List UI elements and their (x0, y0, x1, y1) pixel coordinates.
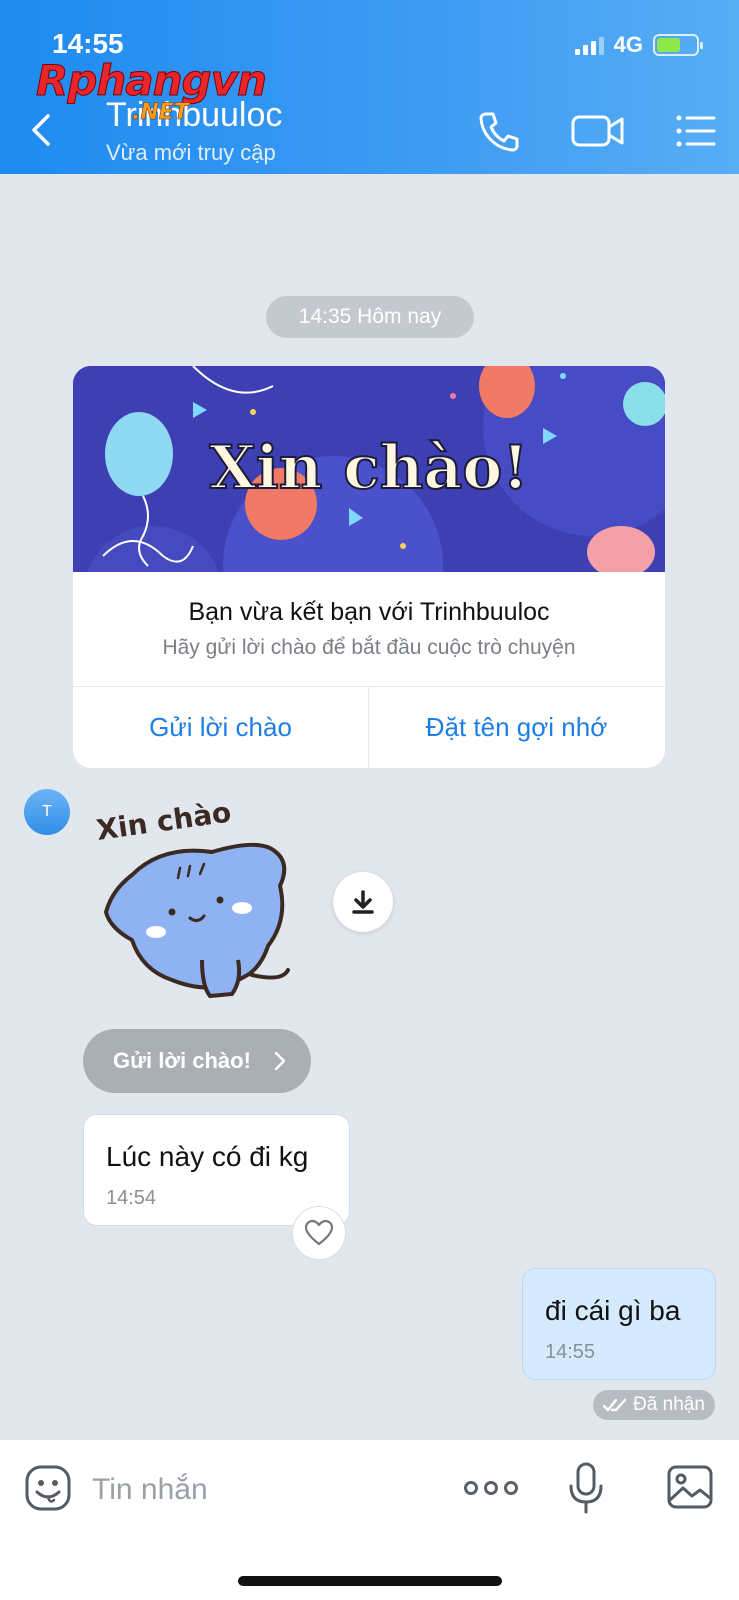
signal-icon (574, 35, 604, 55)
image-button[interactable] (666, 1464, 714, 1510)
menu-icon (676, 115, 716, 147)
message-text: đi cái gì ba (545, 1295, 681, 1326)
date-separator: 14:35 Hôm nay (266, 296, 474, 338)
sticker-image[interactable]: Xin chào (92, 795, 312, 1010)
double-check-icon (603, 1398, 627, 1412)
input-bar (0, 1440, 739, 1600)
image-icon (667, 1465, 713, 1509)
delivery-status: Đã nhận (593, 1390, 715, 1420)
message-bubble-outgoing[interactable]: đi cái gì ba 14:55 (522, 1268, 716, 1380)
menu-button[interactable] (674, 108, 720, 154)
send-greeting-button[interactable]: Gửi lời chào (73, 686, 368, 768)
sticker-button[interactable] (24, 1464, 72, 1512)
set-nickname-button[interactable]: Đặt tên gợi nhớ (369, 686, 664, 768)
message-text: Lúc này có đi kg (106, 1141, 309, 1172)
more-options-button[interactable] (464, 1476, 518, 1500)
dot-icon (504, 1481, 518, 1495)
message-time: 14:54 (106, 1187, 157, 1209)
home-indicator[interactable] (238, 1576, 502, 1586)
heart-icon (304, 1219, 334, 1246)
watermark-logo: Rphangvn (36, 56, 268, 106)
emoji-icon (25, 1465, 71, 1511)
status-indicators: 4G (574, 32, 703, 58)
message-time: 14:55 (545, 1341, 596, 1363)
video-call-button[interactable] (570, 108, 626, 154)
voice-button[interactable] (566, 1460, 606, 1516)
greeting-pill-label: Gửi lời chào! (113, 1048, 251, 1073)
network-label: 4G (613, 32, 643, 57)
header: 14:55 4G Trinhbuuloc Vừa mới truy cập Rp… (0, 0, 739, 174)
contact-status: Vừa mới truy cập (106, 140, 276, 165)
banner-text: Xin chào! (209, 433, 528, 503)
send-greeting-pill[interactable]: Gửi lời chào! (83, 1029, 311, 1093)
greeting-title: Bạn vừa kết bạn với Trinhbuuloc (188, 598, 550, 626)
dot-icon (484, 1481, 498, 1495)
watermark-logo-sub: .NET (132, 100, 189, 126)
cat-sticker-icon: Xin chào (94, 795, 290, 999)
avatar[interactable]: T (24, 789, 70, 835)
message-input[interactable] (92, 1468, 432, 1512)
chevron-right-icon (274, 1051, 286, 1071)
phone-icon (479, 112, 519, 152)
greeting-card: Xin chào! Bạn vừa kết bạn với Trinhbuulo… (73, 366, 665, 768)
back-icon (32, 114, 50, 146)
react-button[interactable] (292, 1206, 346, 1260)
download-icon (352, 890, 374, 914)
video-icon (571, 115, 624, 147)
back-button[interactable] (28, 110, 58, 150)
battery-icon (653, 34, 703, 56)
call-button[interactable] (476, 108, 522, 154)
delivery-status-label: Đã nhận (633, 1394, 705, 1415)
dot-icon (464, 1481, 478, 1495)
svg-text:Xin chào: Xin chào (94, 800, 233, 847)
greeting-subtitle: Hãy gửi lời chào để bắt đầu cuộc trò chu… (162, 636, 576, 659)
greeting-banner: Xin chào! (73, 366, 665, 572)
mic-icon (569, 1462, 603, 1514)
balloons-illustration: Xin chào! (73, 366, 665, 572)
download-button[interactable] (333, 872, 393, 932)
